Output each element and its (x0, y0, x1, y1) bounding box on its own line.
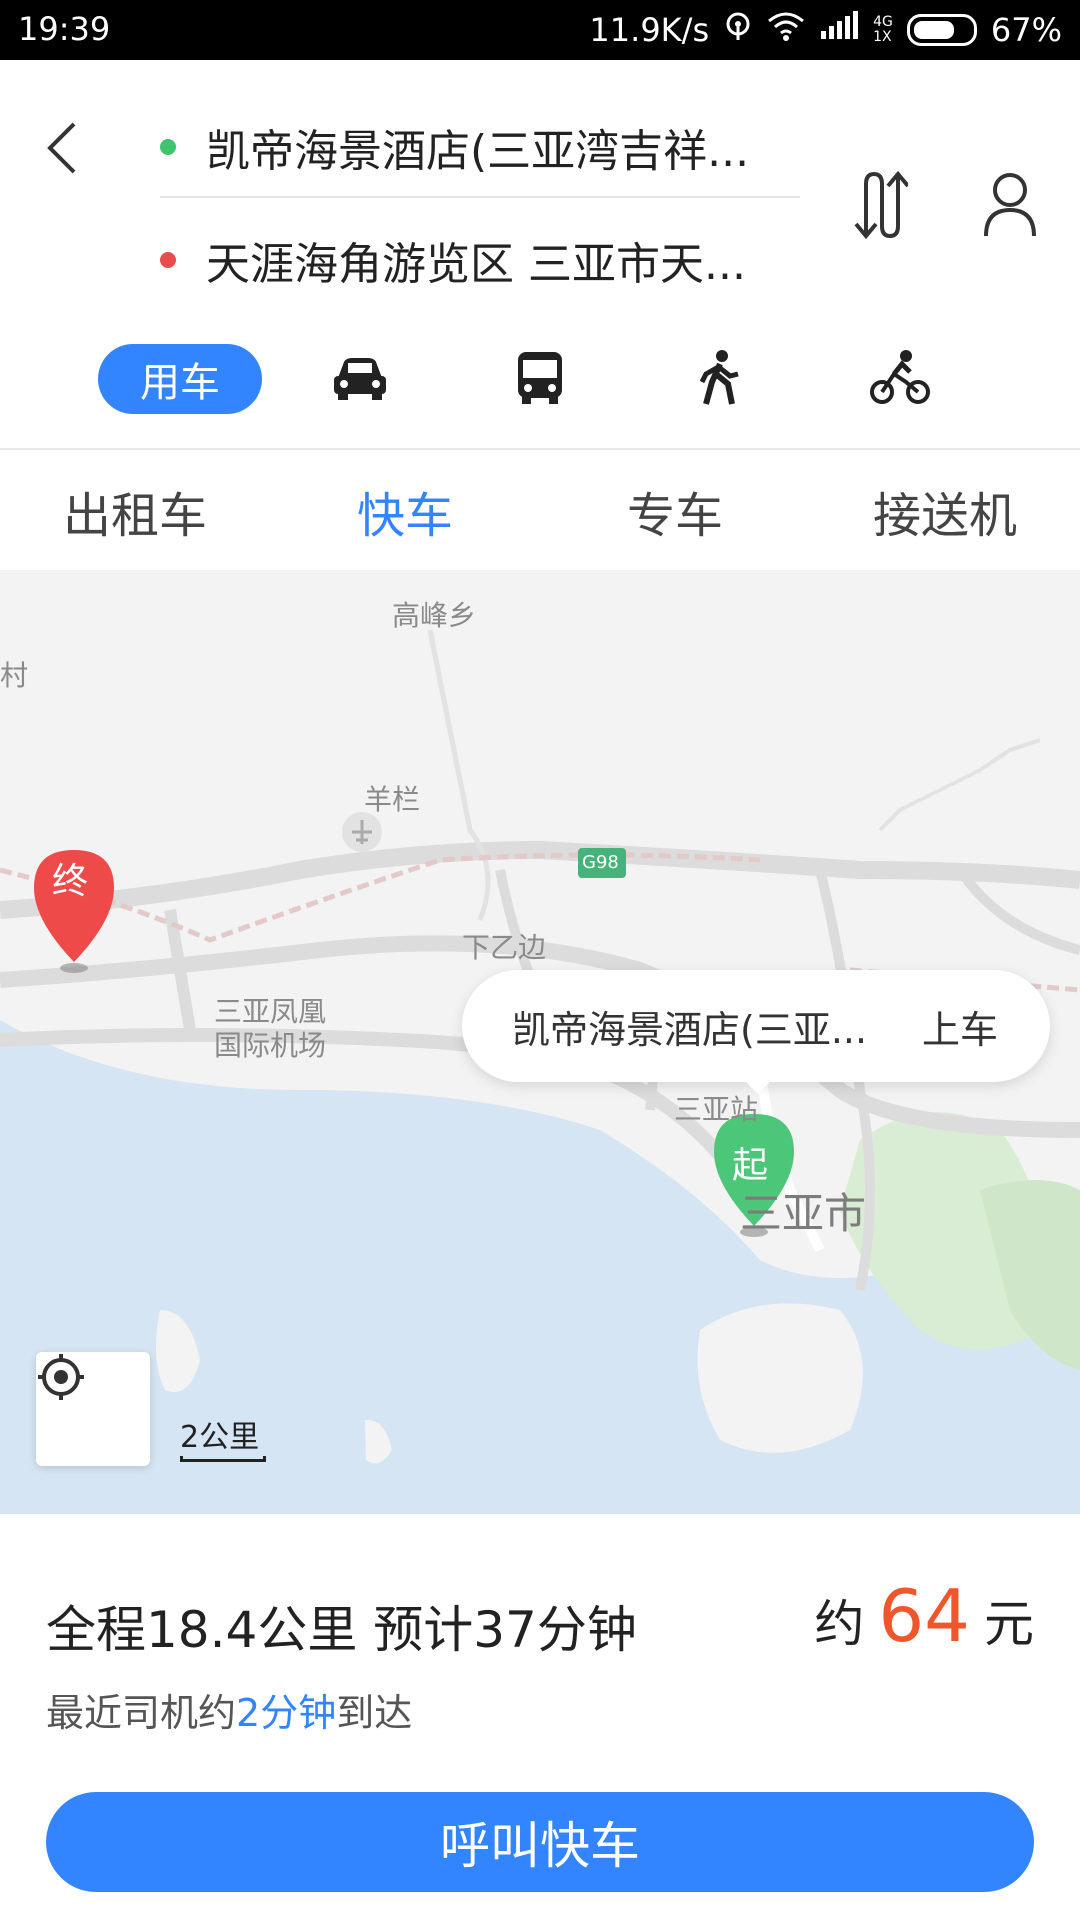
status-time: 19:39 (18, 10, 111, 48)
map-label-gaofeng: 高峰乡 (392, 599, 477, 632)
user-icon[interactable] (982, 170, 1038, 240)
map-scale-bar (180, 1456, 266, 1462)
tab-express[interactable]: 快车 (270, 452, 540, 570)
trip-info-panel: 全程18.4公里 预计37分钟 约 64 元 最近司机约2分钟到达 呼叫快车 (0, 1514, 1080, 1920)
tab-airport[interactable]: 接送机 (810, 452, 1080, 570)
map-view[interactable]: 高峰乡 村 羊栏 下乙边 G98 三亚凤凰 国际机场 三亚站 三亚市 终 起 凯… (0, 570, 1080, 1514)
trip-summary: 全程18.4公里 预计37分钟 (46, 1601, 637, 1659)
locate-me-button[interactable] (36, 1352, 150, 1466)
start-location-field[interactable]: 凯帝海景酒店(三亚湾吉祥... (160, 98, 800, 198)
end-dot (160, 252, 176, 268)
car-icon[interactable] (330, 348, 390, 408)
network-speed: 11.9K/s (589, 11, 710, 49)
wifi-icon (767, 11, 805, 49)
transport-modes: 用车 (0, 338, 1080, 418)
map-label-sanya-city: 三亚市 (740, 1189, 867, 1238)
start-location-text: 凯帝海景酒店(三亚湾吉祥... (206, 126, 750, 177)
mode-taxi-button[interactable]: 用车 (98, 344, 262, 414)
back-icon[interactable] (44, 118, 84, 178)
tab-premier[interactable]: 专车 (540, 452, 810, 570)
end-location-field[interactable]: 天涯海角游览区 三亚市天... (160, 210, 800, 310)
pickup-callout[interactable]: 凯帝海景酒店(三亚... 上车 (462, 970, 1050, 1082)
map-label-cun: 村 (0, 659, 29, 692)
price-estimate[interactable]: 约 64 元 (814, 1574, 1034, 1658)
callout-tail (742, 1078, 774, 1094)
status-bar: 19:39 11.9K/s 4G 1X 67% (0, 0, 1080, 60)
map-label-yanglan: 羊栏 (364, 783, 421, 816)
eta-suffix: 到达 (336, 1691, 413, 1735)
start-dot (160, 139, 176, 155)
price-prefix: 约 (814, 1595, 865, 1653)
map-label-xiayibian: 下乙边 (462, 931, 547, 964)
pickup-callout-name: 凯帝海景酒店(三亚... (512, 1007, 868, 1052)
hotspot-icon (723, 10, 753, 50)
start-marker-label: 起 (732, 1145, 769, 1186)
map-label-g98: G98 (582, 852, 619, 873)
bike-icon[interactable] (870, 348, 930, 408)
price-unit: 元 (984, 1595, 1034, 1653)
battery-percent: 67% (990, 11, 1062, 49)
signal-icon (819, 11, 859, 49)
map-label-sanya-station: 三亚站 (674, 1093, 759, 1126)
status-right: 11.9K/s 4G 1X 67% (589, 10, 1062, 50)
eta-highlight: 2分钟 (236, 1691, 337, 1735)
price-value: 64 (878, 1574, 970, 1658)
service-tabs: 出租车 快车 专车 接送机 (0, 452, 1080, 570)
eta-prefix: 最近司机约 (46, 1691, 237, 1735)
route-header: 凯帝海景酒店(三亚湾吉祥... 天涯海角游览区 三亚市天... 用车 (0, 60, 1080, 450)
map-label-airport-2: 国际机场 (214, 1029, 327, 1062)
battery-icon (906, 14, 977, 46)
tab-taxi[interactable]: 出租车 (0, 452, 270, 570)
pickup-callout-action[interactable]: 上车 (922, 999, 998, 1054)
network-type: 4G 1X (873, 14, 893, 45)
swap-route-icon[interactable] (852, 170, 910, 240)
walk-icon[interactable] (690, 348, 750, 408)
map-scale-label: 2公里 (180, 1420, 260, 1455)
driver-eta: 最近司机约2分钟到达 (46, 1682, 412, 1737)
end-location-text: 天涯海角游览区 三亚市天... (206, 239, 746, 290)
end-marker-label: 终 (52, 861, 89, 902)
call-express-button[interactable]: 呼叫快车 (46, 1792, 1034, 1892)
bus-icon[interactable] (510, 348, 570, 408)
